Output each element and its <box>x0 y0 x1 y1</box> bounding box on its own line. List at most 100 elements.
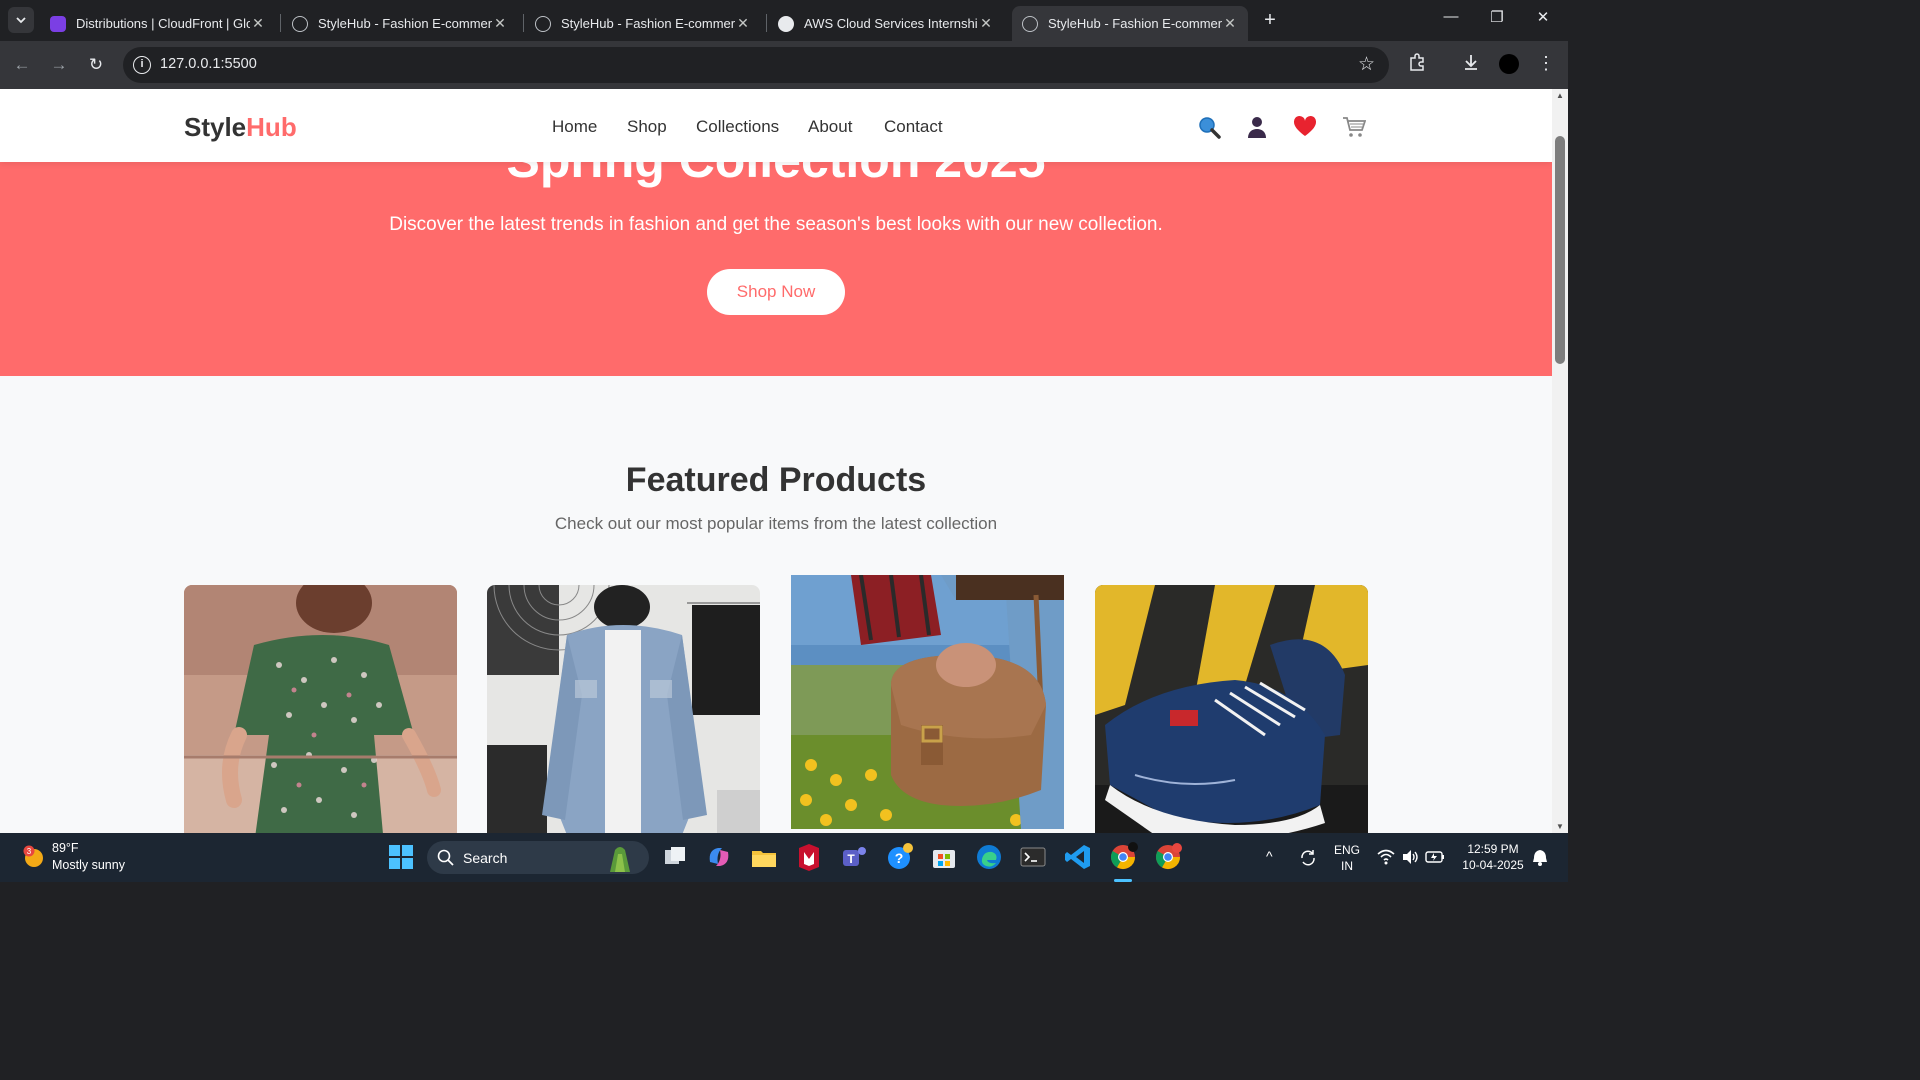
clock-time[interactable]: 12:59 PM <box>1459 842 1527 856</box>
product-card[interactable] <box>487 585 760 833</box>
restore-icon[interactable]: ❐ <box>1485 8 1509 26</box>
show-hidden-icons[interactable]: ^ <box>1266 848 1273 864</box>
tab-title: StyleHub - Fashion E-commerce <box>318 16 492 31</box>
mcafee-icon[interactable] <box>794 842 824 872</box>
address-bar[interactable]: i 127.0.0.1:5500 ☆ <box>123 47 1389 83</box>
nav-collections[interactable]: Collections <box>696 117 779 137</box>
globe-icon <box>1022 15 1038 32</box>
battery-icon[interactable] <box>1425 849 1445 865</box>
browser-tab[interactable]: Distributions | CloudFront | Glol ✕ <box>40 6 276 41</box>
profile-avatar[interactable] <box>1499 54 1519 74</box>
close-tab-icon[interactable]: ✕ <box>1222 15 1238 32</box>
nav-home[interactable]: Home <box>552 117 597 137</box>
language-indicator[interactable]: ENG <box>1334 843 1360 857</box>
close-tab-icon[interactable]: ✕ <box>492 15 508 32</box>
taskbar-search[interactable]: Search <box>427 841 649 874</box>
globe-icon <box>292 15 308 32</box>
chrome-icon[interactable] <box>1108 842 1138 872</box>
browser-tab[interactable]: StyleHub - Fashion E-commerce ✕ <box>282 6 518 41</box>
canvas-sneakers-image <box>1095 585 1368 833</box>
weather-temperature[interactable]: 89°F <box>52 841 79 855</box>
chevron-down-icon <box>16 17 26 24</box>
globe-icon <box>535 15 551 32</box>
nav-about[interactable]: About <box>808 117 852 137</box>
notification-bell-icon[interactable] <box>1532 849 1548 867</box>
svg-text:T: T <box>847 852 855 866</box>
tab-title: Distributions | CloudFront | Glol <box>76 16 250 31</box>
scroll-down-icon[interactable]: ▼ <box>1555 822 1565 831</box>
extensions-icon[interactable] <box>1405 53 1429 76</box>
search-icon[interactable] <box>1197 115 1221 139</box>
cloudfront-icon <box>50 15 66 32</box>
browser-tab[interactable]: AWS Cloud Services Internship ✕ <box>768 6 1004 41</box>
page-viewport: Spring Collection 2025 Discover the late… <box>0 89 1552 833</box>
user-icon[interactable] <box>1245 115 1269 139</box>
tab-divider <box>766 14 767 32</box>
windows-taskbar: 3 89°F Mostly sunny Search T ? ^ ENG IN … <box>0 833 1568 882</box>
product-card[interactable] <box>184 585 457 833</box>
copilot-icon[interactable] <box>704 842 734 872</box>
chrome-profile-icon[interactable] <box>1153 842 1183 872</box>
edge-icon[interactable] <box>974 842 1004 872</box>
task-view-icon[interactable] <box>660 842 690 872</box>
nav-contact[interactable]: Contact <box>884 117 943 137</box>
wifi-icon[interactable] <box>1377 849 1395 865</box>
leather-handbag-image <box>791 575 1064 829</box>
teams-icon[interactable]: T <box>839 842 869 872</box>
browser-tab-active[interactable]: StyleHub - Fashion E-commerce ✕ <box>1012 6 1248 41</box>
active-app-indicator <box>1114 879 1132 882</box>
featured-title: Featured Products <box>625 461 927 499</box>
featured-subtitle: Check out our most popular items from th… <box>554 514 998 533</box>
cart-icon[interactable] <box>1342 115 1366 139</box>
browser-toolbar: ← → ↻ i 127.0.0.1:5500 ☆ ⋮ <box>0 41 1568 89</box>
tab-divider <box>280 14 281 32</box>
nav-shop[interactable]: Shop <box>627 117 667 137</box>
close-tab-icon[interactable]: ✕ <box>978 15 994 32</box>
tab-search-button[interactable] <box>8 7 34 33</box>
close-tab-icon[interactable]: ✕ <box>735 15 751 32</box>
new-tab-button[interactable]: + <box>1259 9 1281 31</box>
floral-dress-image <box>184 585 457 833</box>
weather-condition[interactable]: Mostly sunny <box>52 858 125 872</box>
help-icon[interactable]: ? <box>884 842 914 872</box>
taskbar-search-label: Search <box>463 850 508 866</box>
product-card[interactable] <box>791 575 1064 829</box>
menu-kebab-icon[interactable]: ⋮ <box>1534 53 1558 74</box>
heart-icon[interactable] <box>1293 115 1317 139</box>
browser-tab[interactable]: StyleHub - Fashion E-commerce ✕ <box>525 6 761 41</box>
site-navbar: StyleHub Home Shop Collections About Con… <box>0 89 1552 162</box>
scrollbar-thumb[interactable] <box>1555 136 1565 364</box>
forward-icon[interactable]: → <box>47 53 71 77</box>
volume-icon[interactable] <box>1401 849 1419 865</box>
sun-weather-icon[interactable]: 3 <box>22 845 46 869</box>
search-icon <box>437 849 454 866</box>
shop-now-button[interactable]: Shop Now <box>707 269 845 315</box>
region-indicator[interactable]: IN <box>1341 859 1353 873</box>
terminal-icon[interactable] <box>1018 842 1048 872</box>
hero-description: Discover the latest trends in fashion an… <box>389 214 1163 235</box>
tab-title: AWS Cloud Services Internship <box>804 16 978 31</box>
close-window-icon[interactable]: ✕ <box>1531 8 1555 26</box>
denim-jacket-image <box>487 585 760 833</box>
microsoft-store-icon[interactable] <box>929 842 959 872</box>
windows-start-icon[interactable] <box>386 842 416 872</box>
site-logo[interactable]: StyleHub <box>184 112 297 143</box>
minimize-icon[interactable]: — <box>1439 8 1463 25</box>
close-tab-icon[interactable]: ✕ <box>250 15 266 32</box>
logo-main-text: Style <box>184 112 247 142</box>
reload-icon[interactable]: ↻ <box>84 53 108 77</box>
bookmark-star-icon[interactable]: ☆ <box>1358 53 1375 76</box>
site-info-icon[interactable]: i <box>133 56 151 74</box>
tab-divider <box>523 14 524 32</box>
sync-icon[interactable] <box>1298 848 1318 868</box>
scroll-up-icon[interactable]: ▲ <box>1555 91 1565 100</box>
tab-title: StyleHub - Fashion E-commerce <box>561 16 735 31</box>
back-icon[interactable]: ← <box>10 53 34 77</box>
file-explorer-icon[interactable] <box>749 842 779 872</box>
page-scrollbar[interactable]: ▲ ▼ <box>1552 89 1568 833</box>
download-icon[interactable] <box>1459 53 1483 76</box>
vscode-icon[interactable] <box>1063 842 1093 872</box>
clock-date[interactable]: 10-04-2025 <box>1459 858 1527 872</box>
product-card[interactable] <box>1095 585 1368 833</box>
url-text[interactable]: 127.0.0.1:5500 <box>160 56 257 72</box>
